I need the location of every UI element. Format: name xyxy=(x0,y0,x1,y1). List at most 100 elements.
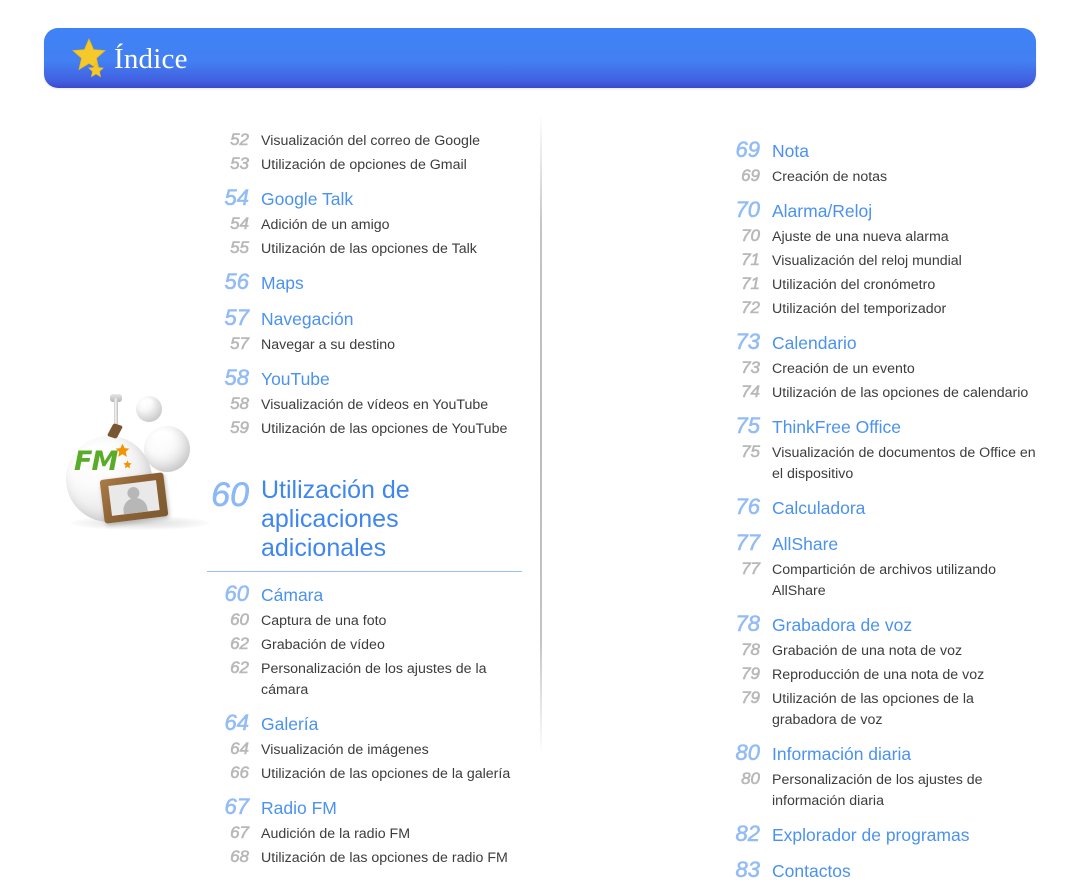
toc-entry-label: Explorador de programas xyxy=(772,825,970,845)
toc-page-number: 74 xyxy=(741,382,761,402)
toc-page-number: 71 xyxy=(741,250,761,270)
column-divider xyxy=(540,114,542,756)
fm-star-icon xyxy=(115,443,130,457)
toc-sub-entry[interactable]: 62 Grabación de vídeo xyxy=(207,633,527,656)
toc-sub-entry[interactable]: 53 Utilización de opciones de Gmail xyxy=(207,153,527,176)
toc-page-number: 83 xyxy=(735,857,760,883)
toc-page-number: 79 xyxy=(741,688,761,708)
toc-section-entry[interactable]: 67 Radio FM xyxy=(207,794,527,821)
toc-section-entry[interactable]: 80 Información diaria xyxy=(718,740,1038,767)
toc-page-number: 73 xyxy=(735,329,760,355)
toc-page-number: 69 xyxy=(735,137,760,163)
toc-sub-entry[interactable]: 62 Personalización de los ajustes de la c… xyxy=(207,657,527,701)
toc-sub-entry[interactable]: 67 Audición de la radio FM xyxy=(207,822,527,845)
toc-sub-entry[interactable]: 55 Utilización de las opciones de Talk xyxy=(207,237,527,260)
toc-sub-entry[interactable]: 79 Utilización de las opciones de la grab… xyxy=(718,687,1038,731)
toc-page-number: 73 xyxy=(741,358,761,378)
toc-section-entry[interactable]: 82 Explorador de programas xyxy=(718,821,1038,848)
toc-section-entry[interactable]: 69 Nota xyxy=(718,137,1038,164)
toc-page-number: 71 xyxy=(741,274,761,294)
toc-sub-entry[interactable]: 57 Navegar a su destino xyxy=(207,333,527,356)
toc-sub-entry[interactable]: 80 Personalización de los ajustes de info… xyxy=(718,768,1038,812)
toc-page-number: 64 xyxy=(224,710,249,736)
toc-entry-label: Cámara xyxy=(261,585,324,605)
toc-page-number: 54 xyxy=(224,185,249,211)
toc-sub-entry[interactable]: 78 Grabación de una nota de voz xyxy=(718,639,1038,662)
toc-section-entry[interactable]: 83 Contactos xyxy=(718,857,1038,884)
photo-frame-picture xyxy=(108,480,160,516)
toc-page-number: 62 xyxy=(230,658,250,678)
toc-sub-entry[interactable]: 75 Visualización de documentos de Office … xyxy=(718,441,1038,485)
toc-entry-label: Alarma/Reloj xyxy=(772,201,873,221)
toc-section-entry[interactable]: 77 AllShare xyxy=(718,530,1038,557)
bubble-small-icon xyxy=(136,396,162,422)
toc-page-number: 70 xyxy=(741,226,761,246)
toc-sub-entry[interactable]: 79 Reproducción de una nota de voz xyxy=(718,663,1038,686)
toc-sub-entry[interactable]: 69 Creación de notas xyxy=(718,165,1038,188)
toc-entry-label: Utilización de las opciones de radio FM xyxy=(261,850,508,866)
toc-entry-label: Calculadora xyxy=(772,498,866,518)
toc-sub-entry[interactable]: 72 Utilización del temporizador xyxy=(718,297,1038,320)
toc-sub-entry[interactable]: 52 Visualización del correo de Google xyxy=(207,129,527,152)
toc-section-entry[interactable]: 54 Google Talk xyxy=(207,185,527,212)
toc-sub-entry[interactable]: 71 Visualización del reloj mundial xyxy=(718,249,1038,272)
toc-entry-label: Google Talk xyxy=(261,189,354,209)
toc-sub-entry[interactable]: 60 Captura de una foto xyxy=(207,609,527,632)
toc-page-number: 70 xyxy=(735,197,760,223)
toc-entry-label: Contactos xyxy=(772,861,851,881)
toc-entry-label: Utilización de las opciones de calendari… xyxy=(772,385,1029,401)
toc-section-entry[interactable]: 56 Maps xyxy=(207,269,527,296)
toc-entry-label: Radio FM xyxy=(261,798,337,818)
toc-page-number: 67 xyxy=(230,823,250,843)
chapter-title-line-2: aplicaciones adicionales xyxy=(261,505,399,562)
page-title: Índice xyxy=(114,43,188,75)
toc-page-number: 76 xyxy=(735,494,760,520)
toc-section-entry[interactable]: 58 YouTube xyxy=(207,365,527,392)
photo-frame-icon xyxy=(99,472,169,524)
bubble-medium-icon xyxy=(144,426,190,472)
toc-page-number: 58 xyxy=(224,365,249,391)
toc-page-number: 52 xyxy=(230,130,250,150)
toc-section-entry[interactable]: 75 ThinkFree Office xyxy=(718,413,1038,440)
toc-section-entry[interactable]: 76 Calculadora xyxy=(718,494,1038,521)
fm-radio-illustration: FM xyxy=(58,388,223,553)
toc-sub-entry[interactable]: 73 Creación de un evento xyxy=(718,357,1038,380)
toc-section-entry[interactable]: 64 Galería xyxy=(207,710,527,737)
chapter-title-line-1: Utilización de xyxy=(261,476,410,504)
toc-sub-entry[interactable]: 58 Visualización de vídeos en YouTube xyxy=(207,393,527,416)
toc-section-entry[interactable]: 57 Navegación xyxy=(207,305,527,332)
chapter-page-number: 60 xyxy=(211,476,249,514)
toc-entry-label: Utilización del temporizador xyxy=(772,301,947,317)
toc-page-number: 53 xyxy=(230,154,250,174)
toc-entry-label: Ajuste de una nueva alarma xyxy=(772,229,949,245)
toc-sub-entry[interactable]: 54 Adición de un amigo xyxy=(207,213,527,236)
toc-sub-entry[interactable]: 59 Utilización de las opciones de YouTube xyxy=(207,417,527,440)
toc-page-number: 75 xyxy=(741,442,761,462)
toc-section-entry[interactable]: 73 Calendario xyxy=(718,329,1038,356)
toc-section-entry[interactable]: 78 Grabadora de voz xyxy=(718,611,1038,638)
toc-left-chapter-entries: 60 Cámara 60 Captura de una foto 62 Grabación… xyxy=(207,581,527,869)
star-small-icon xyxy=(88,62,104,78)
toc-entry-label: Visualización de documentos de Office en… xyxy=(772,445,1036,482)
toc-sub-entry[interactable]: 77 Compartición de archivos utilizando Al… xyxy=(718,558,1038,602)
toc-sub-entry[interactable]: 70 Ajuste de una nueva alarma xyxy=(718,225,1038,248)
toc-page-number: 69 xyxy=(741,166,761,186)
toc-page-number: 56 xyxy=(224,269,249,295)
chapter-heading: 60 Utilización de aplicaciones adicional… xyxy=(207,476,527,563)
toc-entry-label: Captura de una foto xyxy=(261,613,387,629)
toc-sub-entry[interactable]: 68 Utilización de las opciones de radio F… xyxy=(207,846,527,869)
toc-page-number: 60 xyxy=(224,581,249,607)
toc-sub-entry[interactable]: 66 Utilización de las opciones de la gale… xyxy=(207,762,527,785)
toc-entry-label: Información diaria xyxy=(772,744,912,764)
toc-entry-label: Visualización de vídeos en YouTube xyxy=(261,397,489,413)
toc-sub-entry[interactable]: 64 Visualización de imágenes xyxy=(207,738,527,761)
chapter-heading-block[interactable]: 60 Utilización de aplicaciones adicional… xyxy=(207,476,527,572)
toc-section-entry[interactable]: 70 Alarma/Reloj xyxy=(718,197,1038,224)
toc-entry-label: Audición de la radio FM xyxy=(261,826,411,842)
toc-entry-label: Galería xyxy=(261,714,319,734)
toc-sub-entry[interactable]: 71 Utilización del cronómetro xyxy=(718,273,1038,296)
toc-section-entry[interactable]: 60 Cámara xyxy=(207,581,527,608)
toc-sub-entry[interactable]: 74 Utilización de las opciones de calenda… xyxy=(718,381,1038,404)
toc-entry-label: Utilización de las opciones de Talk xyxy=(261,241,477,257)
toc-right-column: 69 Nota 69 Creación de notas 70 Alarma/Reloj 7… xyxy=(718,128,1038,884)
